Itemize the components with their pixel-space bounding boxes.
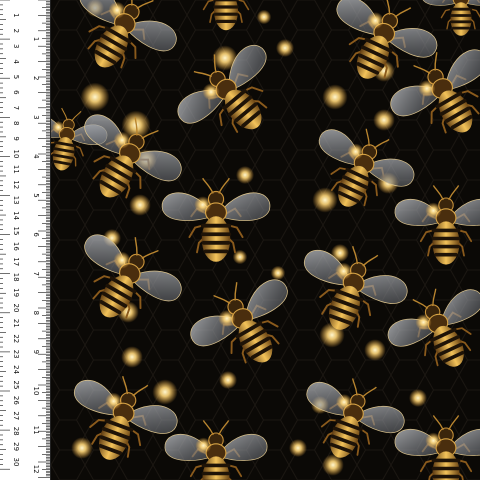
ruler-inch-label: 7 xyxy=(32,271,40,275)
ruler-cm-label: 24 xyxy=(12,365,20,374)
ruler-cm-label: 13 xyxy=(12,196,20,205)
ruler-inch-label: 6 xyxy=(32,232,40,237)
ruler-cm-label: 7 xyxy=(12,106,20,110)
ruler-cm-label: 14 xyxy=(12,211,20,220)
bokeh-light xyxy=(270,265,286,281)
ruler-cm-label: 30 xyxy=(12,458,20,467)
ruler-cm-label: 19 xyxy=(12,288,20,297)
ruler-cm-label: 2 xyxy=(12,29,20,33)
ruler-cm-label: 17 xyxy=(12,257,20,266)
bokeh-light xyxy=(409,389,427,407)
ruler-cm-label: 12 xyxy=(12,180,20,189)
ruler-cm-label: 11 xyxy=(12,165,20,174)
bokeh-light xyxy=(121,346,143,368)
ruler-ticks: 1234567891011121314151617181920212223242… xyxy=(0,0,50,478)
ruler-cm-label: 25 xyxy=(12,381,20,390)
ruler-cm-label: 3 xyxy=(12,44,20,48)
ruler-cm-label: 15 xyxy=(12,227,20,236)
ruler-cm-label: 18 xyxy=(12,273,20,282)
ruler-cm-label: 9 xyxy=(12,136,20,140)
ruler-cm-label: 1 xyxy=(12,13,20,17)
ruler-cm-label: 6 xyxy=(12,90,20,95)
ruler-cm-label: 8 xyxy=(12,121,20,125)
bokeh-light xyxy=(236,166,254,184)
ruler-cm-label: 5 xyxy=(12,75,20,79)
ruler-inch-label: 4 xyxy=(32,154,40,159)
ruler-inch-label: 2 xyxy=(32,76,40,80)
ruler-inch-label: 9 xyxy=(32,350,40,354)
ruler-inch-label: 11 xyxy=(32,426,40,435)
ruler-inch-label: 10 xyxy=(32,387,40,396)
bokeh-light xyxy=(129,194,151,216)
bokeh-light xyxy=(364,339,386,361)
ruler-inch-label: 3 xyxy=(32,115,40,119)
bokeh-light xyxy=(256,9,272,25)
bokeh-light xyxy=(289,439,307,457)
ruler-cm-label: 23 xyxy=(12,350,20,359)
ruler-cm-label: 10 xyxy=(12,150,20,159)
bokeh-light xyxy=(312,187,338,213)
ruler-cm-label: 16 xyxy=(12,242,20,251)
ruler-cm-label: 27 xyxy=(12,411,20,420)
bokeh-light xyxy=(71,437,93,459)
ruler-cm-label: 22 xyxy=(12,334,20,343)
print-preview: 1 2 3 4 5 6 7 8 9 10 11 12 13 14 15 16 17 18 19 20 21 22 23 24 2… xyxy=(0,0,480,480)
bee-pattern-swatch xyxy=(51,0,480,480)
ruler-cm-label: 21 xyxy=(12,319,20,328)
ruler-inch-label: 5 xyxy=(32,193,40,197)
ruler-cm-label: 4 xyxy=(12,59,20,64)
ruler-cm-label: 29 xyxy=(12,442,20,451)
bokeh-light xyxy=(152,379,178,405)
bokeh-light xyxy=(219,371,237,389)
ruler-cm-label: 20 xyxy=(12,304,20,313)
ruler-cm-label: 26 xyxy=(12,396,20,405)
ruler-inch-label: 8 xyxy=(32,311,40,315)
ruler-inch-label: 12 xyxy=(32,465,40,474)
bee-pattern-art xyxy=(51,0,480,480)
bokeh-light xyxy=(80,82,110,112)
ruler-cm-label: 28 xyxy=(12,427,20,436)
ruler-inch-label: 1 xyxy=(32,37,40,41)
bokeh-light xyxy=(373,109,395,131)
measurement-ruler: 1 2 3 4 5 6 7 8 9 10 11 12 13 14 15 16 17 18 19 20 21 22 23 24 2… xyxy=(0,0,51,480)
bokeh-light xyxy=(322,84,348,110)
bokeh-light xyxy=(276,39,294,57)
